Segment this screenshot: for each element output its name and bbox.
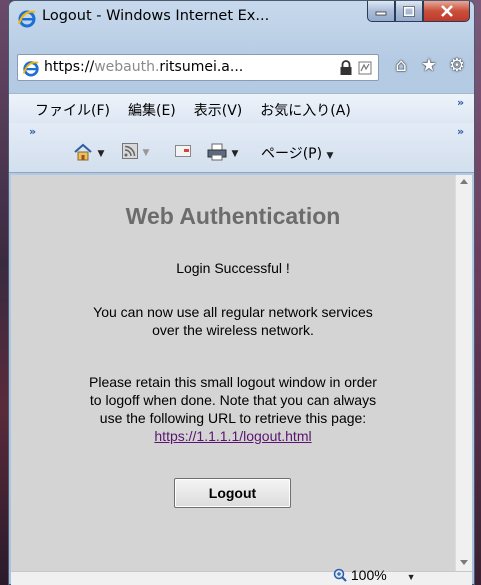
url-scheme: https:// — [44, 59, 95, 75]
minimize-button[interactable] — [367, 1, 395, 22]
zoom-magnifier-icon — [333, 568, 347, 582]
home-icon[interactable]: ⌂ — [390, 55, 412, 77]
cmd-feeds-button[interactable]: ▼ — [122, 143, 149, 159]
toolbar-left-chevron-icon[interactable]: » — [29, 125, 36, 138]
cmd-print-button[interactable]: ▼ — [207, 143, 238, 161]
title-bar[interactable]: Logout - Windows Internet Ex... — [9, 1, 474, 33]
lock-icon[interactable] — [339, 60, 353, 76]
logout-button[interactable]: Logout — [174, 478, 291, 508]
mail-icon — [175, 145, 191, 157]
page-heading: Web Authentication — [125, 203, 341, 229]
status-bar: 100% ▼ — [11, 567, 472, 585]
command-bar: » » ▼ ▼ ▼ ページ(P) ▼ — [9, 123, 474, 173]
window-title: Logout - Windows Internet Ex... — [42, 8, 270, 24]
menu-edit[interactable]: 編集(E) — [128, 100, 176, 120]
scroll-up-arrow-icon[interactable] — [460, 179, 468, 184]
dropdown-arrow-icon: ▼ — [231, 149, 239, 159]
toolbar-right-chevron-icon[interactable]: » — [457, 125, 464, 138]
vertical-scrollbar[interactable] — [455, 175, 472, 571]
url-domain: ritsumei.a... — [159, 59, 244, 75]
zoom-dropdown-icon[interactable]: ▼ — [407, 572, 416, 582]
menu-overflow-chevron-icon[interactable]: » — [457, 96, 464, 109]
cmd-mail-button[interactable] — [175, 143, 191, 159]
home-icon — [74, 143, 92, 161]
rss-feed-icon — [122, 143, 138, 159]
maximize-button[interactable] — [395, 1, 423, 22]
caption-buttons — [367, 1, 470, 23]
minimize-icon — [375, 11, 387, 16]
address-row: https://webauth.ritsumei.a... ⌂ ★ ⚙ — [15, 53, 470, 83]
retain-info-line-1: Please retain this small logout window i… — [89, 374, 377, 390]
browser-window: Logout - Windows Internet Ex... https://… — [8, 0, 475, 585]
retain-info-line-2: to logoff when done. Note that you can a… — [89, 392, 377, 408]
menu-bar: ファイル(F) 編集(E) 表示(V) お気に入り(A) » — [9, 93, 474, 123]
menu-view[interactable]: 表示(V) — [194, 100, 243, 120]
print-icon — [207, 143, 227, 161]
web-content-pane: Web Authentication Login Successful ! Yo… — [11, 175, 472, 571]
cmd-home-button[interactable]: ▼ — [73, 143, 104, 161]
scroll-down-arrow-icon[interactable] — [460, 560, 468, 565]
address-bar[interactable]: https://webauth.ritsumei.a... — [17, 54, 379, 81]
menu-file[interactable]: ファイル(F) — [35, 100, 110, 120]
close-button[interactable] — [423, 1, 470, 22]
favorites-star-icon[interactable]: ★ — [418, 55, 440, 77]
zoom-level: 100% — [350, 567, 387, 583]
url-subdomain: webauth. — [94, 59, 160, 75]
dropdown-arrow-icon: ▼ — [326, 151, 334, 161]
cmd-page-menu[interactable]: ページ(P) ▼ — [261, 143, 333, 163]
logout-url-link[interactable]: https://1.1.1.1/logout.html — [154, 428, 311, 444]
close-icon — [440, 5, 453, 17]
maximize-icon — [403, 5, 415, 17]
compatibility-view-icon[interactable] — [358, 60, 372, 76]
menu-favorites[interactable]: お気に入り(A) — [260, 100, 351, 120]
browser-nav-icons: ⌂ ★ ⚙ — [390, 55, 468, 77]
login-status-text: Login Successful ! — [176, 260, 290, 276]
retain-info-line-3: use the following URL to retrieve this p… — [99, 410, 367, 426]
dropdown-arrow-icon: ▼ — [97, 149, 105, 159]
network-info-line-1: You can now use all regular network serv… — [93, 304, 373, 320]
page-menu-label: ページ(P) — [261, 146, 323, 162]
tools-gear-icon[interactable]: ⚙ — [446, 55, 468, 77]
logout-url-row: https://1.1.1.1/logout.html — [11, 427, 455, 445]
network-info-line-2: over the wireless network. — [152, 322, 314, 338]
zoom-control[interactable]: 100% ▼ — [333, 567, 416, 583]
page-ie-icon — [22, 61, 39, 77]
address-url: https://webauth.ritsumei.a... — [44, 59, 243, 75]
dropdown-arrow-icon: ▼ — [142, 148, 150, 158]
ie-logo-icon — [18, 10, 36, 28]
